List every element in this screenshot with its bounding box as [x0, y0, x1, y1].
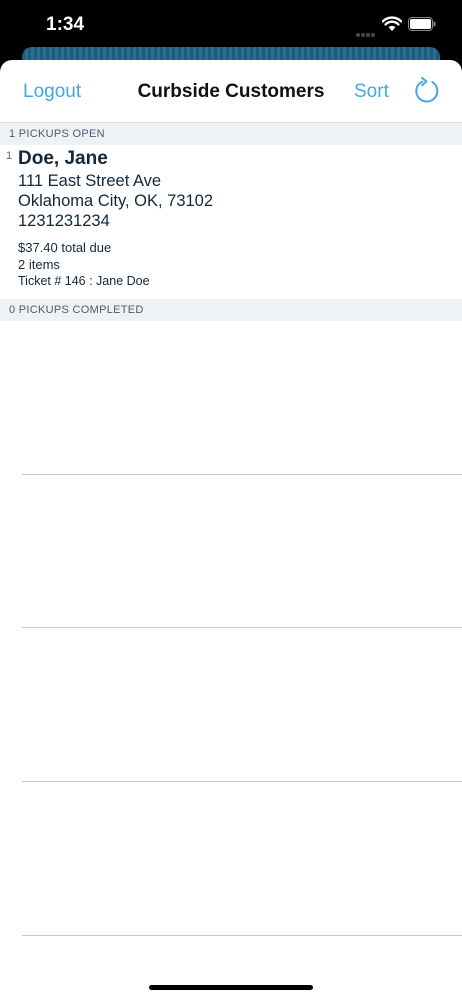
- status-time: 1:34: [46, 14, 85, 35]
- pickup-order-row[interactable]: 1 Doe, Jane 111 East Street Ave Oklahoma…: [0, 145, 462, 299]
- open-pickups-header: 1 PICKUPS OPEN: [0, 123, 462, 145]
- item-count: 2 items: [18, 256, 60, 272]
- row-divider: [22, 935, 462, 936]
- row-divider: [22, 474, 462, 475]
- sort-button[interactable]: Sort: [354, 81, 389, 103]
- logout-button[interactable]: Logout: [23, 81, 81, 103]
- home-indicator[interactable]: [149, 985, 313, 990]
- cellular-signal-icon: [356, 24, 378, 37]
- completed-list: [0, 321, 462, 1000]
- order-index: 1: [6, 150, 13, 162]
- battery-icon: [408, 17, 436, 31]
- customer-name: Doe, Jane: [18, 148, 108, 169]
- city-state-zip: Oklahoma City, OK, 73102: [18, 192, 214, 210]
- navigation-bar: Logout Curbside Customers Sort: [0, 60, 462, 123]
- curbside-sheet: Logout Curbside Customers Sort 1 PICKUPS…: [0, 60, 462, 1000]
- status-bar: 1:34: [0, 0, 462, 50]
- total-due: $37.40 total due: [18, 240, 112, 255]
- phone-number: 1231231234: [18, 212, 110, 230]
- row-divider: [22, 627, 462, 628]
- wifi-icon: [382, 16, 402, 31]
- order-details: $37.40 total due 2 items Ticket # 146 : …: [18, 240, 462, 290]
- street-address: 111 East Street Ave: [18, 172, 162, 190]
- completed-pickups-header: 0 PICKUPS COMPLETED: [0, 299, 462, 321]
- ticket-number: Ticket # 146 : Jane Doe: [18, 274, 150, 288]
- row-divider: [22, 781, 462, 782]
- refresh-icon[interactable]: [413, 77, 441, 105]
